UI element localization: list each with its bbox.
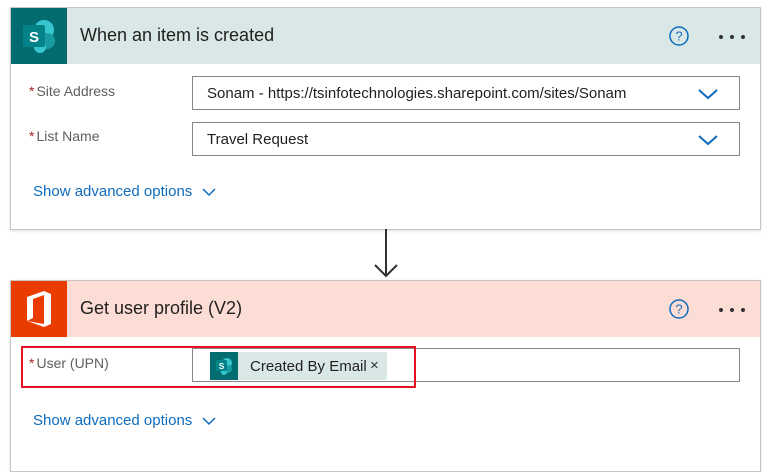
svg-text:S: S (29, 29, 39, 46)
list-name-dropdown[interactable]: Travel Request (192, 122, 740, 156)
show-advanced-options-link[interactable]: Show advanced options (33, 183, 216, 200)
svg-text:?: ? (675, 302, 682, 317)
more-options-icon[interactable] (717, 306, 747, 314)
action-title: Get user profile (V2) (80, 298, 243, 318)
help-icon[interactable]: ? (669, 299, 689, 319)
required-mark: * (29, 83, 35, 99)
chevron-down-icon (202, 188, 216, 196)
trigger-title: When an item is created (80, 25, 275, 45)
site-address-label: * Site Address (29, 83, 116, 99)
office-icon (11, 281, 67, 337)
more-options-icon[interactable] (717, 33, 747, 41)
chevron-down-icon[interactable] (697, 87, 719, 101)
trigger-card: S When an item is created ? * Site Addres… (10, 7, 761, 230)
list-name-value: Travel Request (207, 131, 309, 148)
action-header[interactable]: Get user profile (V2) ? (11, 281, 760, 337)
chevron-down-icon[interactable] (697, 133, 719, 147)
help-icon[interactable]: ? (669, 26, 689, 46)
chevron-down-icon (202, 417, 216, 425)
highlight-box (21, 346, 416, 388)
site-address-dropdown[interactable]: Sonam - https://tsinfotechnologies.share… (192, 76, 740, 110)
action-card: Get user profile (V2) ? * User (UPN) S C… (10, 280, 761, 472)
sharepoint-icon: S (11, 8, 67, 64)
site-address-value: Sonam - https://tsinfotechnologies.share… (207, 85, 627, 102)
svg-text:?: ? (675, 29, 682, 44)
show-advanced-options-link[interactable]: Show advanced options (33, 412, 216, 429)
required-mark: * (29, 128, 35, 144)
list-name-label: * List Name (29, 128, 100, 144)
arrow-down-icon (374, 229, 398, 278)
trigger-header[interactable]: S When an item is created ? (11, 8, 760, 64)
